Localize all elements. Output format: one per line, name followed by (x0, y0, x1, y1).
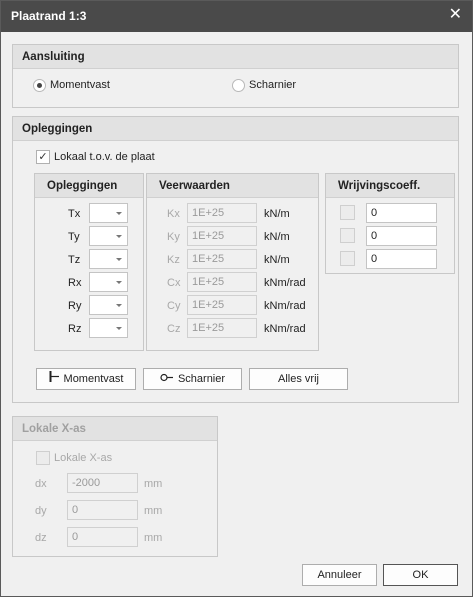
scharnier-button[interactable]: Scharnier (143, 368, 242, 390)
spring-field-cy[interactable]: 1E+25 (187, 295, 257, 315)
momentvast-button-label: Momentvast (63, 373, 124, 385)
friction-checkbox-1[interactable] (340, 205, 355, 220)
chevron-down-icon (116, 235, 122, 238)
spring-unit-ky: kN/m (264, 231, 290, 243)
aansluiting-header: Aansluiting (13, 45, 458, 69)
scharnier-button-label: Scharnier (177, 373, 226, 385)
friction-subgroup: Wrijvingscoeff. 0 0 0 (325, 173, 455, 274)
aansluiting-group: Aansluiting Momentvast Scharnier (12, 44, 459, 108)
support-label-tz: Tz (68, 254, 81, 266)
chevron-down-icon (116, 304, 122, 307)
lokaal-checkbox-label[interactable]: Lokaal t.o.v. de plaat (54, 151, 155, 163)
hinge-icon (160, 369, 173, 389)
alles-vrij-button[interactable]: Alles vrij (249, 368, 348, 390)
support-combo-rz[interactable] (89, 318, 128, 338)
chevron-down-icon (116, 327, 122, 330)
friction-header: Wrijvingscoeff. (326, 174, 454, 198)
support-label-ty: Ty (68, 231, 80, 243)
support-combo-ty[interactable] (89, 226, 128, 246)
spring-unit-kx: kN/m (264, 208, 290, 220)
opleggingen-group: Opleggingen ✓ Lokaal t.o.v. de plaat Opl… (12, 116, 459, 403)
spring-label-kx: Kx (167, 208, 180, 220)
radio-momentvast[interactable] (33, 79, 46, 92)
window-title: Plaatrand 1:3 (11, 9, 87, 23)
springs-header: Veerwaarden (147, 174, 318, 198)
axis-unit-dy: mm (144, 505, 163, 517)
friction-checkbox-2[interactable] (340, 228, 355, 243)
checkmark-icon: ✓ (38, 151, 48, 163)
support-combo-tz[interactable] (89, 249, 128, 269)
axis-label-dx: dx (35, 478, 47, 490)
spring-field-kx[interactable]: 1E+25 (187, 203, 257, 223)
lokale-x-as-group: Lokale X-as Lokale X-as dx -2000 mm dy 0… (12, 416, 218, 557)
support-label-ry: Ry (68, 300, 82, 312)
friction-field-1[interactable]: 0 (366, 203, 437, 223)
cancel-button[interactable]: Annuleer (302, 564, 377, 586)
support-combo-rx[interactable] (89, 272, 128, 292)
support-combo-ry[interactable] (89, 295, 128, 315)
title-bar: Plaatrand 1:3 ✕ (1, 1, 472, 32)
fixed-support-icon (49, 369, 59, 389)
spring-label-cz: Cz (167, 323, 181, 335)
springs-subgroup: Veerwaarden Kx 1E+25 kN/m Ky 1E+25 kN/m … (146, 173, 319, 351)
spring-unit-cy: kNm/rad (264, 300, 306, 312)
lokaal-checkbox[interactable]: ✓ (36, 150, 50, 164)
axis-unit-dz: mm (144, 532, 163, 544)
spring-label-kz: Kz (167, 254, 180, 266)
spring-label-cy: Cy (167, 300, 181, 312)
spring-unit-cz: kNm/rad (264, 323, 306, 335)
chevron-down-icon (116, 258, 122, 261)
axis-label-dy: dy (35, 505, 47, 517)
radio-scharnier[interactable] (232, 79, 245, 92)
chevron-down-icon (116, 281, 122, 284)
axis-unit-dx: mm (144, 478, 163, 490)
axis-field-dz[interactable]: 0 (67, 527, 138, 547)
supports-subgroup: Opleggingen Tx Ty Tz Rx Ry Rz (34, 173, 144, 351)
ok-button[interactable]: OK (383, 564, 458, 586)
lokale-x-as-header: Lokale X-as (13, 417, 217, 441)
lokale-x-as-checkbox[interactable] (36, 451, 50, 465)
support-label-rz: Rz (68, 323, 82, 335)
support-combo-tx[interactable] (89, 203, 128, 223)
spring-field-kz[interactable]: 1E+25 (187, 249, 257, 269)
friction-field-2[interactable]: 0 (366, 226, 437, 246)
friction-field-3[interactable]: 0 (366, 249, 437, 269)
radio-momentvast-label[interactable]: Momentvast (50, 79, 110, 91)
close-icon[interactable]: ✕ (449, 6, 462, 24)
friction-checkbox-3[interactable] (340, 251, 355, 266)
lokale-x-as-checkbox-label[interactable]: Lokale X-as (54, 452, 112, 464)
supports-header: Opleggingen (35, 174, 143, 198)
chevron-down-icon (116, 212, 122, 215)
dialog-plaatrand: Plaatrand 1:3 ✕ Aansluiting Momentvast S… (0, 0, 473, 597)
spring-field-ky[interactable]: 1E+25 (187, 226, 257, 246)
support-label-tx: Tx (68, 208, 81, 220)
axis-field-dx[interactable]: -2000 (67, 473, 138, 493)
axis-field-dy[interactable]: 0 (67, 500, 138, 520)
momentvast-button[interactable]: Momentvast (36, 368, 136, 390)
spring-field-cz[interactable]: 1E+25 (187, 318, 257, 338)
spring-unit-cx: kNm/rad (264, 277, 306, 289)
spring-field-cx[interactable]: 1E+25 (187, 272, 257, 292)
radio-scharnier-label[interactable]: Scharnier (249, 79, 296, 91)
axis-label-dz: dz (35, 532, 47, 544)
spring-label-cx: Cx (167, 277, 181, 289)
support-label-rx: Rx (68, 277, 82, 289)
opleggingen-header: Opleggingen (13, 117, 458, 141)
spring-unit-kz: kN/m (264, 254, 290, 266)
spring-label-ky: Ky (167, 231, 180, 243)
